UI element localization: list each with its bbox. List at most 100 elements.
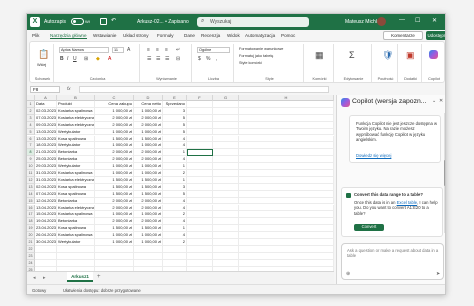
tab-review[interactable]: Recenzja <box>201 33 220 38</box>
tab-data[interactable]: Dane <box>184 33 195 38</box>
paste-icon[interactable]: 📋 <box>38 49 49 60</box>
table-cell[interactable] <box>213 114 239 122</box>
table-cell[interactable]: Wertykulator <box>57 142 95 150</box>
table-cell[interactable]: 1 000,00 zł <box>134 211 163 219</box>
table-cell[interactable]: 2 000,00 zł <box>95 204 134 212</box>
table-cell[interactable] <box>239 142 334 150</box>
table-cell[interactable]: 2 000,00 zł <box>134 197 163 205</box>
pane-options-icon[interactable]: ⌄ <box>432 98 436 104</box>
next-sheet-icon[interactable]: ▸ <box>43 275 46 281</box>
fx-icon[interactable]: fx <box>67 86 71 91</box>
table-cell[interactable]: 5 <box>163 121 187 129</box>
table-cell[interactable] <box>239 225 334 233</box>
table-cell[interactable]: 13.03.2023 <box>35 135 57 143</box>
table-cell[interactable] <box>187 163 213 170</box>
table-cell[interactable]: 2 000,00 zł <box>95 114 134 122</box>
table-cell[interactable]: Betoniarka <box>57 218 95 226</box>
table-cell[interactable]: 09.03.2023 <box>35 121 57 129</box>
table-cell[interactable]: 07.04.2023 <box>35 190 57 198</box>
tab-formulas[interactable]: Formuły <box>157 33 174 38</box>
table-cell[interactable]: 31.03.2023 <box>35 170 57 177</box>
table-cell[interactable] <box>213 121 239 129</box>
row-header[interactable]: 7 <box>27 142 35 150</box>
table-cell[interactable]: Kosa spalinowa <box>57 135 95 143</box>
document-name[interactable]: Arkusz-02... • Zapisano <box>137 19 189 25</box>
table-cell[interactable]: Kosiarka elektryczna <box>57 121 95 129</box>
copilot-prompt-input[interactable]: Ask a question or make a request about d… <box>341 243 444 280</box>
header-cell[interactable]: Cena zakupu <box>95 101 134 108</box>
table-cell[interactable]: 4 <box>163 135 187 143</box>
table-cell[interactable] <box>239 114 334 122</box>
fill-color-icon[interactable]: ◆ <box>96 56 100 62</box>
table-cell[interactable]: 1 000,00 zł <box>95 232 134 239</box>
row-header[interactable]: 4 <box>27 121 35 129</box>
table-cell[interactable] <box>187 170 213 177</box>
table-cell[interactable] <box>95 259 134 267</box>
tab-insert[interactable]: Wstawianie <box>93 33 117 38</box>
table-cell[interactable]: 2 <box>163 211 187 219</box>
header-cell[interactable] <box>239 101 334 108</box>
row-header[interactable]: 13 <box>27 183 35 191</box>
table-cell[interactable] <box>239 163 334 170</box>
table-cell[interactable] <box>213 149 239 157</box>
table-cell[interactable] <box>213 156 239 164</box>
table-cell[interactable]: 4 <box>163 204 187 212</box>
table-cell[interactable] <box>163 245 187 253</box>
table-cell[interactable]: Kosiarka spalinowa <box>57 211 95 219</box>
table-cell[interactable]: Betoniarka <box>57 156 95 164</box>
search-box[interactable]: ⌕ Wyszukaj <box>197 17 309 27</box>
table-cell[interactable]: 2 000,00 zł <box>134 156 163 164</box>
table-cell[interactable]: 1 500,00 zł <box>134 225 163 233</box>
table-cell[interactable]: 2 000,00 zł <box>95 197 134 205</box>
table-cell[interactable]: 1 000,00 zł <box>134 142 163 150</box>
table-cell[interactable]: Kosiarka spalinowa <box>57 170 95 177</box>
table-cell[interactable]: 2 000,00 zł <box>95 218 134 226</box>
comma-icon[interactable]: , <box>216 56 217 62</box>
table-cell[interactable]: 1 000,00 zł <box>134 232 163 239</box>
save-icon[interactable] <box>100 18 107 25</box>
table-cell[interactable] <box>35 259 57 267</box>
attach-icon[interactable]: ⊕ <box>346 271 350 277</box>
table-cell[interactable] <box>95 245 134 253</box>
table-cell[interactable]: 2 <box>163 239 187 246</box>
row-header[interactable]: 1 <box>27 101 35 108</box>
table-cell[interactable] <box>187 218 213 226</box>
table-cell[interactable] <box>134 259 163 267</box>
table-cell[interactable]: 1 <box>163 225 187 233</box>
table-cell[interactable]: 19.04.2023 <box>35 218 57 226</box>
font-name-select[interactable]: Aptos Narrow <box>59 47 109 53</box>
table-cell[interactable]: 1 500,00 zł <box>95 190 134 198</box>
table-cell[interactable]: 2 000,00 zł <box>95 156 134 164</box>
table-cell[interactable]: 3 <box>163 107 187 115</box>
table-cell[interactable]: Kosiarka spalinowa <box>57 107 95 115</box>
conditional-formatting-button[interactable]: Formatowanie warunkowe <box>239 47 283 51</box>
table-cell[interactable] <box>239 135 334 143</box>
row-header[interactable]: 16 <box>27 204 35 212</box>
table-cell[interactable] <box>239 218 334 226</box>
table-cell[interactable] <box>239 259 334 267</box>
percent-icon[interactable]: % <box>206 56 210 62</box>
table-cell[interactable] <box>163 252 187 260</box>
excel-table-link[interactable]: Excel table <box>397 200 417 205</box>
tab-page-layout[interactable]: Układ strony <box>123 33 149 38</box>
table-cell[interactable]: 02.04.2023 <box>35 183 57 191</box>
table-cell[interactable]: 25.03.2023 <box>35 156 57 164</box>
table-cell[interactable]: 1 000,00 zł <box>95 239 134 246</box>
row-header[interactable]: 10 <box>27 163 35 170</box>
table-cell[interactable] <box>163 259 187 267</box>
row-header[interactable]: 21 <box>27 239 35 246</box>
formula-input[interactable] <box>79 86 329 93</box>
table-cell[interactable] <box>239 128 334 136</box>
table-cell[interactable] <box>213 183 239 191</box>
table-cell[interactable]: 23.04.2023 <box>35 225 57 233</box>
convert-button[interactable]: Convert <box>354 224 384 231</box>
table-cell[interactable]: Betoniarka <box>57 197 95 205</box>
table-cell[interactable]: 2 000,00 zł <box>134 121 163 129</box>
table-cell[interactable]: 2 000,00 zł <box>95 149 134 157</box>
row-header[interactable]: 5 <box>27 128 35 136</box>
table-cell[interactable] <box>187 142 213 150</box>
row-header[interactable]: 15 <box>27 197 35 205</box>
close-pane-icon[interactable]: ✕ <box>439 98 443 104</box>
table-cell[interactable] <box>57 252 95 260</box>
tab-file[interactable]: Plik <box>32 33 39 38</box>
